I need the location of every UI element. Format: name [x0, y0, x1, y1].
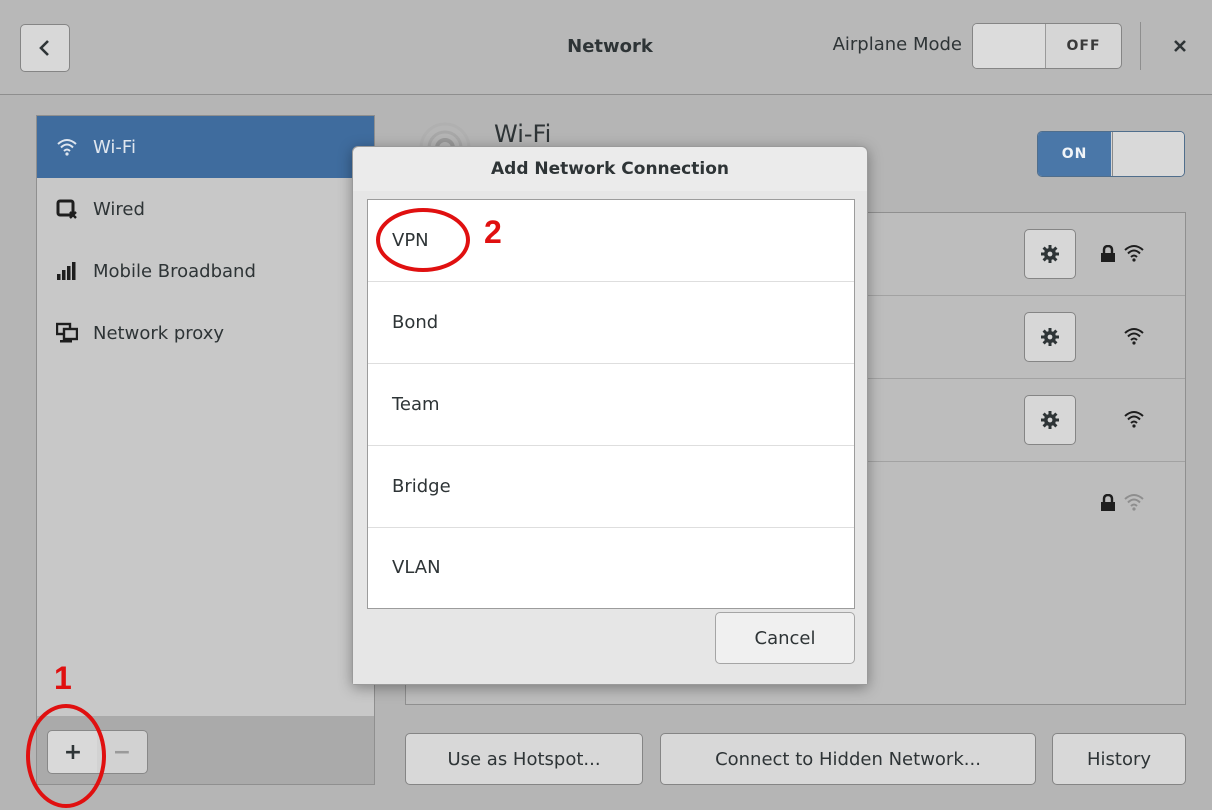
sidebar-item-label: Wired	[93, 198, 145, 220]
annotation-step-1: 1	[54, 660, 72, 696]
connection-option-bridge[interactable]: Bridge	[368, 446, 854, 528]
proxy-icon	[55, 321, 79, 345]
sidebar-item-wifi[interactable]: Wi-Fi	[37, 116, 374, 178]
wifi-signal-icon	[1124, 245, 1144, 262]
option-label: VLAN	[392, 557, 441, 578]
annotation-step-2: 2	[484, 214, 502, 250]
lock-icon	[1101, 245, 1115, 262]
close-button[interactable]	[1160, 26, 1200, 66]
wired-icon	[55, 197, 79, 221]
airplane-mode-label: Airplane Mode	[832, 34, 962, 55]
option-label: Team	[392, 394, 440, 415]
wifi-switch-state: ON	[1038, 132, 1111, 176]
sidebar-item-network-proxy[interactable]: Network proxy	[37, 302, 374, 364]
connect-hidden-network-button[interactable]: Connect to Hidden Network...	[660, 733, 1036, 785]
network-settings-button[interactable]	[1024, 312, 1076, 362]
signal-bars-icon	[55, 259, 79, 283]
wifi-power-switch[interactable]: ON	[1037, 131, 1185, 177]
window-title: Network	[567, 36, 653, 57]
option-label: Bridge	[392, 476, 451, 497]
sidebar-item-label: Mobile Broadband	[93, 260, 256, 282]
annotation-circle-add	[26, 704, 106, 808]
cancel-button[interactable]: Cancel	[715, 612, 855, 664]
connection-option-vlan[interactable]: VLAN	[368, 527, 854, 608]
connection-option-team[interactable]: Team	[368, 364, 854, 446]
header-separator	[1140, 22, 1141, 70]
option-label: Bond	[392, 312, 439, 333]
history-button[interactable]: History	[1052, 733, 1186, 785]
chevron-left-icon	[39, 40, 49, 56]
wifi-signal-icon	[1124, 411, 1144, 428]
network-settings-button[interactable]	[1024, 229, 1076, 279]
switch-knob	[1112, 132, 1184, 176]
wifi-icon	[55, 135, 79, 159]
sidebar-item-label: Wi-Fi	[93, 136, 136, 158]
annotation-circle-vpn	[376, 208, 470, 272]
lock-icon	[1101, 494, 1115, 511]
header-bar: Network Airplane Mode OFF	[0, 0, 1212, 95]
close-icon	[1174, 40, 1186, 52]
hotspot-button[interactable]: Use as Hotspot...	[405, 733, 643, 785]
sidebar-item-label: Network proxy	[93, 322, 225, 344]
dialog-title: Add Network Connection	[353, 147, 867, 192]
sidebar-item-mobile-broadband[interactable]: Mobile Broadband	[37, 240, 374, 302]
wifi-signal-icon	[1124, 328, 1144, 345]
gear-icon	[1041, 245, 1059, 263]
switch-knob	[973, 24, 1046, 68]
wifi-signal-weak-icon	[1124, 494, 1144, 511]
back-button[interactable]	[20, 24, 70, 72]
connection-option-bond[interactable]: Bond	[368, 282, 854, 364]
device-sidebar: Wi-Fi Wired Mobile Broadband Network pro…	[36, 115, 375, 717]
sidebar-item-wired[interactable]: Wired	[37, 178, 374, 240]
wifi-panel-title: Wi-Fi	[494, 120, 552, 148]
network-settings-button[interactable]	[1024, 395, 1076, 445]
gear-icon	[1041, 411, 1059, 429]
gear-icon	[1041, 328, 1059, 346]
airplane-switch-state: OFF	[1066, 38, 1101, 54]
airplane-mode-switch[interactable]: OFF	[972, 23, 1122, 69]
